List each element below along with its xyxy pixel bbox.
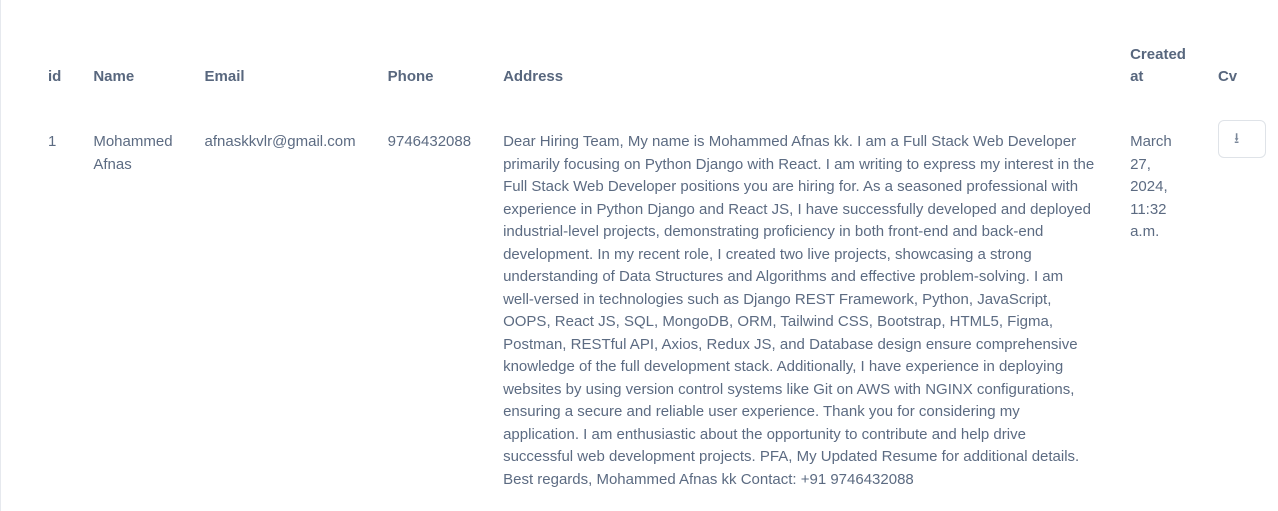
table-body: 1 Mohammed Afnas afnaskkvlr@gmail.com 97…: [32, 110, 1278, 491]
header-phone: Phone: [387, 68, 434, 85]
header-row: id Name Email Phone Address Created at C…: [32, 44, 1278, 110]
cell-phone: 9746432088: [387, 133, 472, 150]
cell-created-at: March 27, 2024, 11:32 a.m.: [1130, 133, 1172, 240]
table-container: id Name Email Phone Address Created at C…: [0, 0, 1278, 511]
header-created-at: Created at: [1130, 46, 1186, 85]
cell-id: 1: [48, 133, 57, 150]
header-name: Name: [93, 68, 135, 85]
cell-name: Mohammed Afnas: [93, 133, 173, 173]
cv-download-button[interactable]: ⭳: [1217, 120, 1266, 158]
cell-email: afnaskkvlr@gmail.com: [204, 133, 356, 150]
header-address: Address: [503, 68, 564, 85]
table-row: 1 Mohammed Afnas afnaskkvlr@gmail.com 97…: [32, 110, 1278, 491]
header-id: id: [48, 68, 62, 85]
cell-cv: ⭳: [1202, 110, 1278, 491]
table-header: id Name Email Phone Address Created at C…: [32, 44, 1278, 110]
header-cv: Cv: [1217, 68, 1238, 85]
header-email: Email: [204, 68, 245, 85]
cell-address: Dear Hiring Team, My name is Mohammed Af…: [503, 133, 1095, 488]
download-icon: ⭳: [1233, 130, 1240, 147]
applications-table: id Name Email Phone Address Created at C…: [32, 44, 1278, 491]
